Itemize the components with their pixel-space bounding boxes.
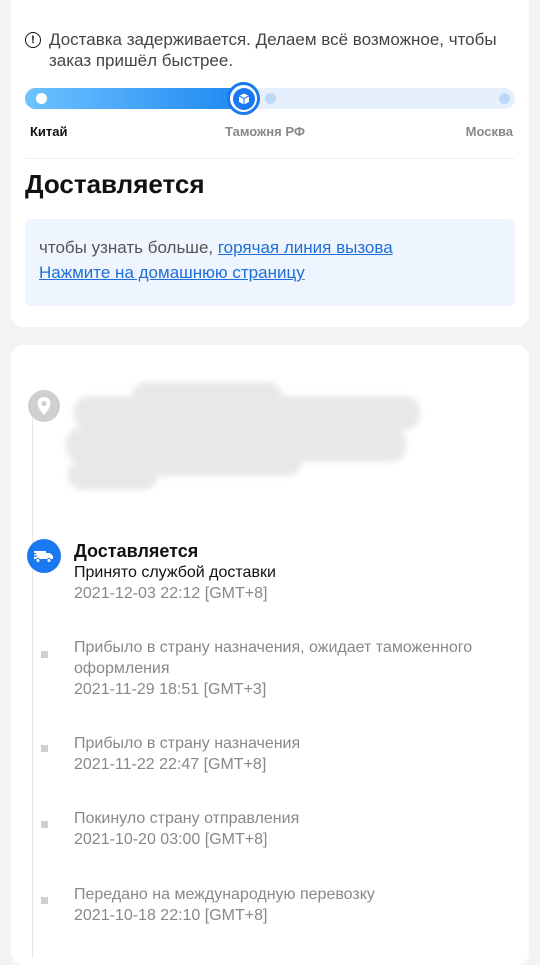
delay-notice: ! Доставка задерживается. Делаем всё воз… xyxy=(25,29,509,71)
stage-label-destination: Москва xyxy=(465,124,513,139)
progress-fill xyxy=(25,88,253,109)
event-time: 2021-11-22 22:47 [GMT+8] xyxy=(74,756,267,773)
stage-label-customs: Таможня РФ xyxy=(225,124,305,139)
timeline-line xyxy=(32,418,33,958)
event-desc: Прибыло в страну назначения xyxy=(74,735,301,752)
current-event-desc: Принято службой доставки xyxy=(74,564,276,581)
location-pin-icon xyxy=(28,390,60,422)
delivery-progress-bar xyxy=(25,82,515,115)
event-desc: Передано на международную перевозку xyxy=(74,886,375,903)
package-marker-icon xyxy=(227,82,260,115)
timeline-bullet xyxy=(41,821,48,828)
event-time: 2021-10-20 03:00 [GMT+8] xyxy=(74,831,268,848)
timeline-bullet xyxy=(41,745,48,752)
progress-dot-end xyxy=(499,93,510,104)
progress-stage-labels: Китай Таможня РФ Москва xyxy=(30,124,513,142)
timeline-event: Передано на международную перевозку 2021… xyxy=(74,884,514,926)
timeline-event: Покинуло страну отправления 2021-10-20 0… xyxy=(74,808,514,850)
info-box: чтобы узнать больше, горячая линия вызов… xyxy=(25,219,515,306)
stage-label-origin: Китай xyxy=(30,124,68,139)
delivery-truck-icon xyxy=(27,539,61,573)
event-time: 2021-11-29 18:51 [GMT+3] xyxy=(74,681,267,698)
event-desc: Покинуло страну отправления xyxy=(74,810,300,827)
info-line: чтобы узнать больше, горячая линия вызов… xyxy=(39,238,393,258)
current-event: Доставляется Принято службой доставки 20… xyxy=(74,540,514,604)
timeline-bullet xyxy=(41,897,48,904)
alert-circle-icon: ! xyxy=(25,32,41,48)
timeline-event: Прибыло в страну назначения 2021-11-22 2… xyxy=(74,733,514,775)
divider xyxy=(25,158,515,159)
hotline-link[interactable]: горячая линия вызова xyxy=(218,238,393,257)
progress-dot-start xyxy=(36,93,47,104)
event-time: 2021-10-18 22:10 [GMT+8] xyxy=(74,907,268,924)
event-desc: Прибыло в страну назначения, ожидает там… xyxy=(74,639,473,677)
timeline-event: Прибыло в страну назначения, ожидает там… xyxy=(74,637,530,700)
timeline-bullet xyxy=(41,651,48,658)
home-page-link[interactable]: Нажмите на домашнюю страницу xyxy=(39,263,305,283)
current-event-time: 2021-12-03 22:12 [GMT+8] xyxy=(74,585,268,602)
progress-dot-mid xyxy=(265,93,276,104)
delay-notice-text: Доставка задерживается. Делаем всё возмо… xyxy=(49,30,497,70)
status-title: Доставляется xyxy=(25,169,205,199)
current-event-title: Доставляется xyxy=(74,541,199,561)
redacted-address xyxy=(62,378,422,496)
delivery-status-card: ! Доставка задерживается. Делаем всё воз… xyxy=(11,0,529,327)
info-prefix: чтобы узнать больше, xyxy=(39,238,218,257)
